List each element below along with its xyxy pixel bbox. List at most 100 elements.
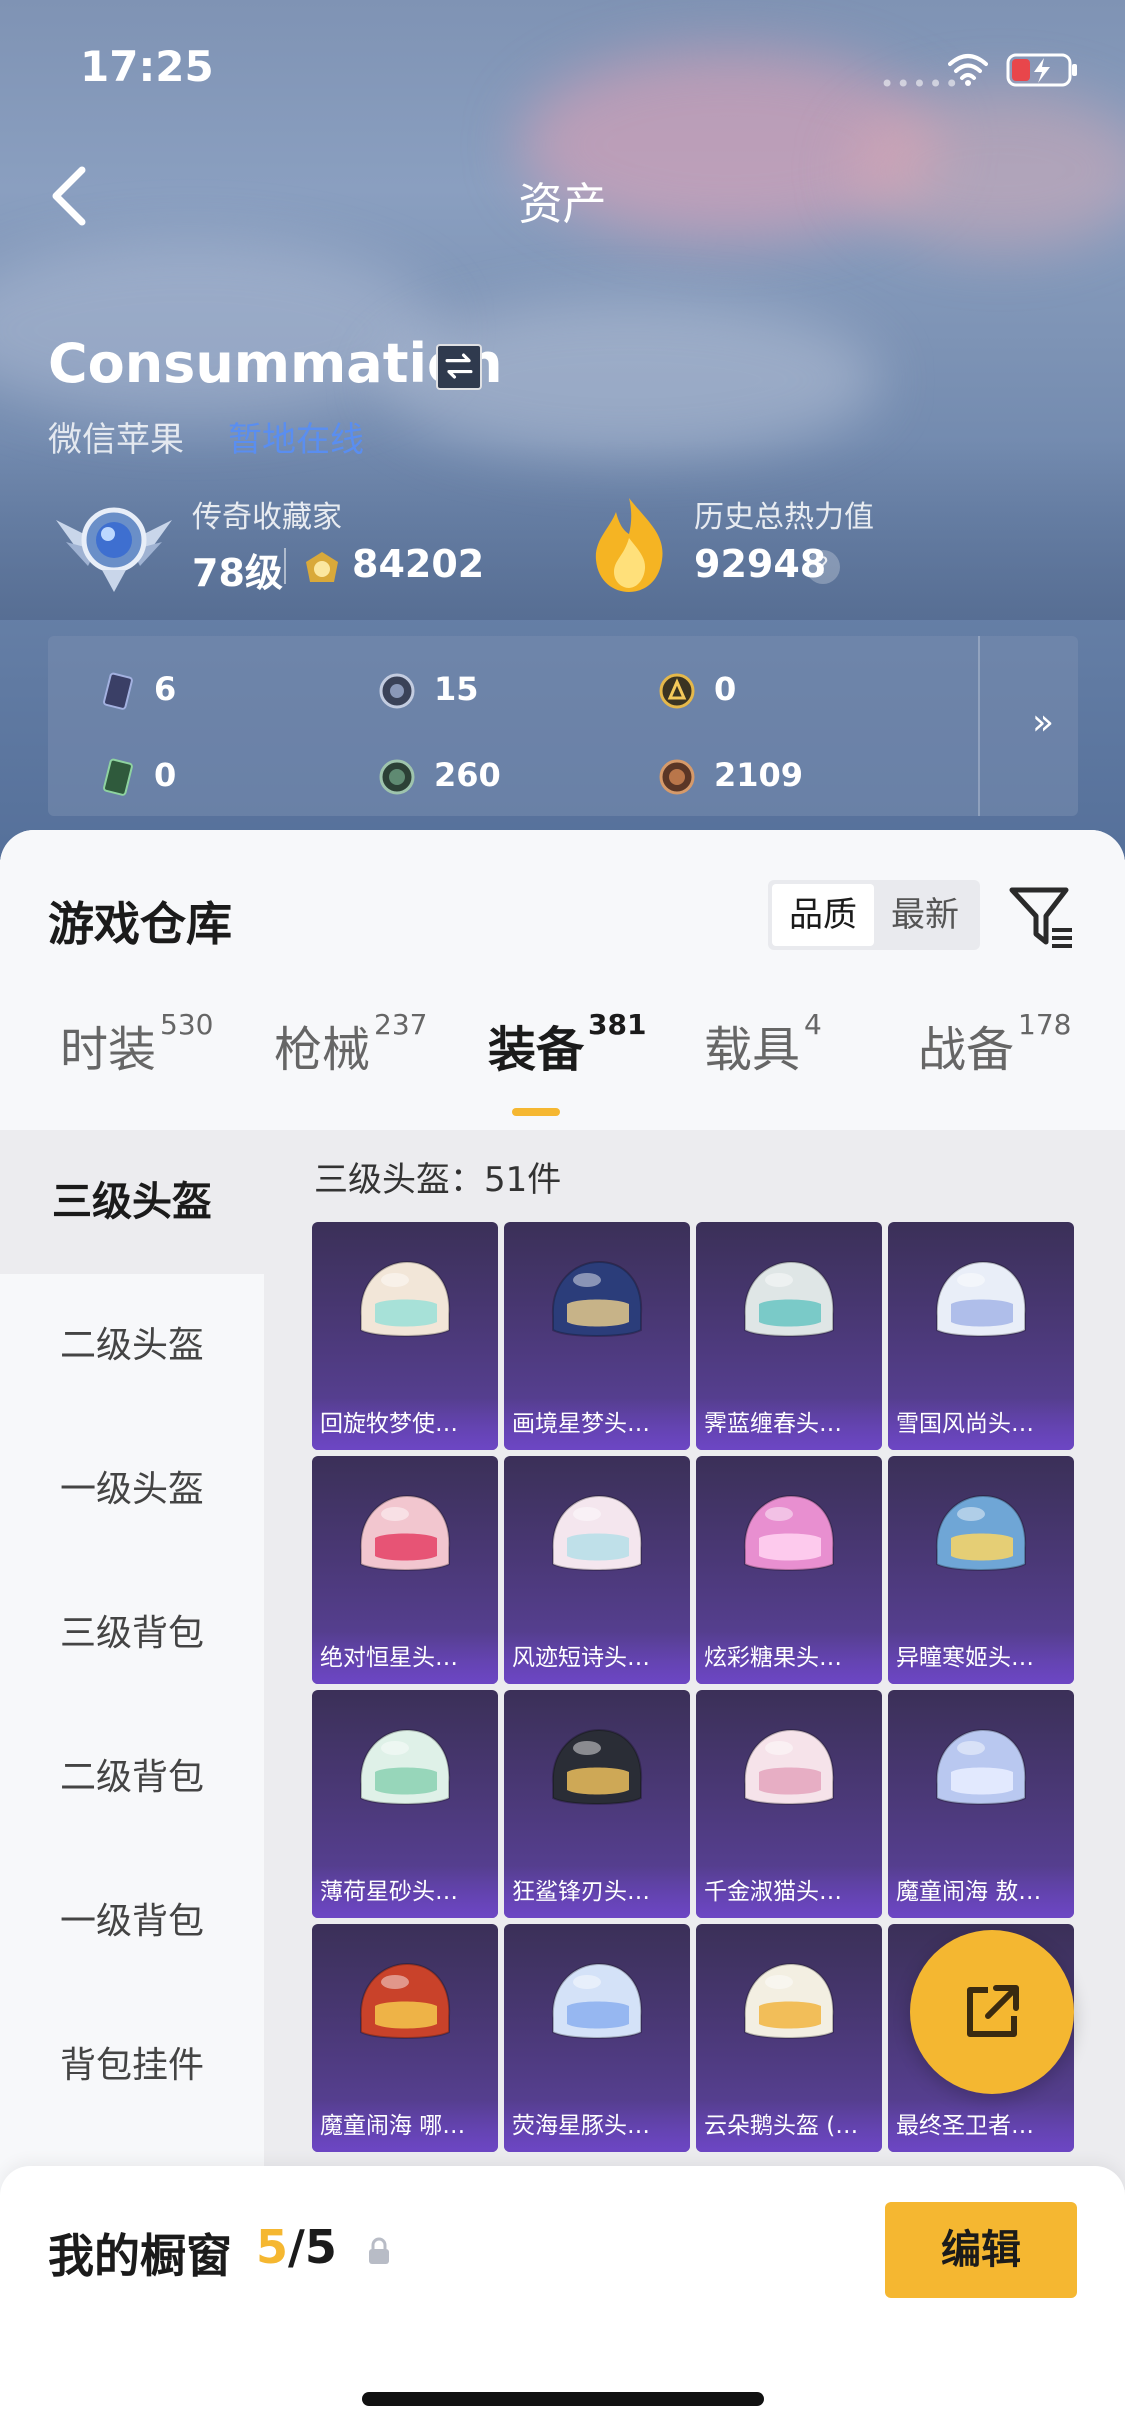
- sidebar-item-lv1-helmet[interactable]: 一级头盔: [0, 1418, 264, 1562]
- tab-indicator: [512, 1108, 560, 1116]
- share-icon: [967, 1985, 1019, 2037]
- green-coin-icon: [379, 759, 415, 795]
- sort-quality-button[interactable]: 品质: [772, 884, 874, 946]
- item-card[interactable]: 风迹短诗头…: [504, 1456, 690, 1684]
- showcase-count: 5/5: [256, 2220, 337, 2274]
- filter-icon[interactable]: [1008, 884, 1074, 950]
- sidebar-item-lv2-backpack[interactable]: 二级背包: [0, 1706, 264, 1850]
- sidebar-item-lv2-helmet[interactable]: 二级头盔: [0, 1274, 264, 1418]
- item-name: 雪国风尚头…: [896, 1411, 1034, 1437]
- divider: [978, 636, 980, 816]
- player-level: 78级: [192, 551, 283, 595]
- sidebar-item-lv1-backpack[interactable]: 一级背包: [0, 1850, 264, 1994]
- share-button[interactable]: [910, 1930, 1074, 2094]
- help-icon[interactable]: ?: [806, 550, 840, 584]
- item-card[interactable]: 云朵鹅头盔 (…: [696, 1924, 882, 2152]
- home-indicator: [362, 2392, 764, 2406]
- bronze-coin-icon: [659, 759, 695, 795]
- item-name: 千金淑猫头…: [704, 1879, 842, 1905]
- helmet-icon: [743, 1728, 835, 1805]
- helmet-icon: [359, 1728, 451, 1805]
- tab-supplies[interactable]: 战备 178: [918, 1008, 1071, 1080]
- helmet-icon: [551, 1260, 643, 1337]
- helmet-icon: [935, 1728, 1027, 1805]
- item-card[interactable]: 霁蓝缠春头…: [696, 1222, 882, 1450]
- helmet-icon: [551, 1494, 643, 1571]
- item-name: 最终圣卫者…: [896, 2113, 1034, 2139]
- item-name: 回旋牧梦使…: [320, 1411, 458, 1437]
- switch-account-icon[interactable]: [436, 344, 482, 390]
- card-icon: [103, 672, 133, 710]
- coin-count: 84202: [352, 542, 485, 586]
- warehouse-title: 游戏仓库: [48, 897, 232, 951]
- helmet-icon: [935, 1260, 1027, 1337]
- status-time: 17:25: [80, 42, 214, 91]
- item-card[interactable]: 雪国风尚头…: [888, 1222, 1074, 1450]
- item-name: 狂鲨锋刃头…: [512, 1879, 650, 1905]
- item-card[interactable]: 荧海星豚头…: [504, 1924, 690, 2152]
- item-name: 荧海星豚头…: [512, 2113, 650, 2139]
- silver-coin-icon: [379, 673, 415, 709]
- item-card[interactable]: 千金淑猫头…: [696, 1690, 882, 1918]
- tab-equipment[interactable]: 装备 381: [488, 1008, 646, 1080]
- currency-panel[interactable]: 6 15 0 0 260 2109 »: [48, 636, 1078, 816]
- item-name: 霁蓝缠春头…: [704, 1411, 842, 1437]
- item-name: 画境星梦头…: [512, 1411, 650, 1437]
- item-card[interactable]: 回旋牧梦使…: [312, 1222, 498, 1450]
- hero-background: 17:25 ••••• 资产 Consummation 微信苹果 暂地在线 传奇…: [0, 0, 1125, 860]
- item-card[interactable]: 绝对恒星头…: [312, 1456, 498, 1684]
- tab-weapons[interactable]: 枪械 237: [274, 1008, 427, 1080]
- sidebar-item-lv3-helmet[interactable]: 三级头盔: [0, 1130, 264, 1274]
- more-currency-button[interactable]: »: [1008, 688, 1078, 758]
- page-title: 资产: [518, 179, 607, 230]
- flame-icon: [595, 498, 663, 592]
- tab-vehicles[interactable]: 载具 4: [704, 1008, 822, 1080]
- warehouse-header: 游戏仓库 品质 最新 时装 530 枪械 237 装备 381 载具 4 战备 178: [0, 830, 1125, 1130]
- sort-latest-button[interactable]: 最新: [874, 884, 976, 946]
- status-bar: 17:25 •••••: [0, 0, 1125, 130]
- category-tabs: 时装 530 枪械 237 装备 381 载具 4 战备 178: [0, 1008, 1125, 1110]
- item-card[interactable]: 炫彩糖果头…: [696, 1456, 882, 1684]
- item-name: 云朵鹅头盔 (…: [704, 2113, 859, 2139]
- helmet-icon: [359, 1962, 451, 2039]
- item-card[interactable]: 魔童闹海 哪…: [312, 1924, 498, 2152]
- edit-button[interactable]: 编辑: [885, 2202, 1077, 2298]
- username: Consummation: [48, 332, 503, 395]
- sort-toggle: 品质 最新: [768, 880, 980, 950]
- item-card[interactable]: 魔童闹海 敖…: [888, 1690, 1074, 1918]
- item-name: 魔童闹海 哪…: [320, 2113, 466, 2139]
- helmet-icon: [359, 1494, 451, 1571]
- item-name: 薄荷星砂头…: [320, 1879, 458, 1905]
- item-name: 炫彩糖果头…: [704, 1645, 842, 1671]
- helmet-icon: [743, 1260, 835, 1337]
- sidebar-item-lv3-backpack[interactable]: 三级背包: [0, 1562, 264, 1706]
- gold-badge-icon: [659, 673, 695, 709]
- online-status: 暂地在线: [228, 420, 364, 460]
- category-count: 三级头盔：51件: [314, 1160, 562, 1200]
- battery-icon: [1006, 53, 1077, 87]
- lock-icon: [369, 2237, 389, 2264]
- helmet-icon: [743, 1494, 835, 1571]
- helmet-icon: [551, 1962, 643, 2039]
- coin-icon: [306, 552, 338, 582]
- rank-badge-icon: [56, 507, 172, 592]
- helmet-icon: [359, 1260, 451, 1337]
- tab-fashion[interactable]: 时装 530: [60, 1008, 213, 1080]
- green-card-icon: [103, 758, 133, 796]
- platform-label: 微信苹果: [48, 420, 184, 460]
- heat-title: 历史总热力值: [694, 500, 874, 535]
- item-name: 绝对恒星头…: [320, 1645, 458, 1671]
- item-name: 风迹短诗头…: [512, 1645, 650, 1671]
- helmet-icon: [551, 1728, 643, 1805]
- item-name: 魔童闹海 敖…: [896, 1879, 1042, 1905]
- item-card[interactable]: 薄荷星砂头…: [312, 1690, 498, 1918]
- showcase-title: 我的橱窗: [48, 2229, 232, 2283]
- item-card[interactable]: 画境星梦头…: [504, 1222, 690, 1450]
- item-card[interactable]: 异瞳寒姬头…: [888, 1456, 1074, 1684]
- item-card[interactable]: 狂鲨锋刃头…: [504, 1690, 690, 1918]
- wifi-icon: [948, 54, 988, 86]
- rank-title: 传奇收藏家: [192, 500, 342, 535]
- helmet-icon: [743, 1962, 835, 2039]
- divider: [284, 548, 286, 584]
- sidebar-item-backpack-charm[interactable]: 背包挂件: [0, 1994, 264, 2138]
